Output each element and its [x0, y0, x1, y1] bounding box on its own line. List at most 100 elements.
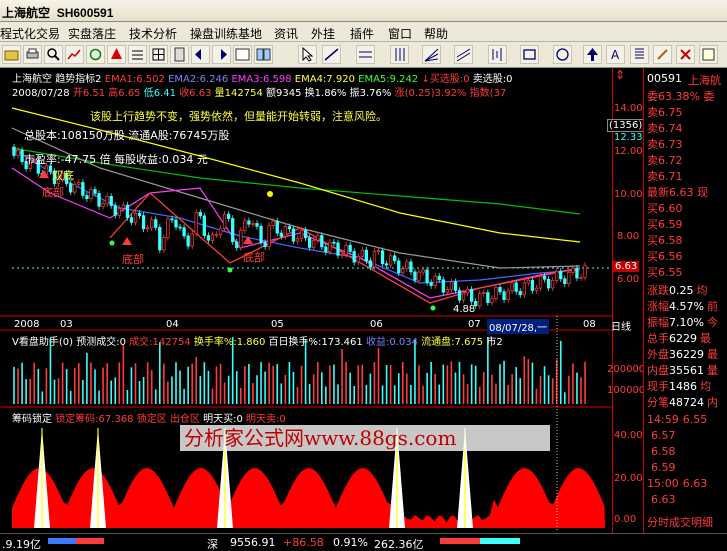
price-tick-10: 10.00	[614, 189, 643, 200]
stat-row[interactable]: 现手1486 均	[647, 378, 711, 394]
axis-arrow-icon[interactable]: ⇕	[615, 68, 625, 82]
buy-quote-row[interactable]: 买6.59	[647, 216, 683, 232]
chip-tick-40: 40.00	[614, 430, 643, 441]
buy-quote-row[interactable]: 买6.58	[647, 232, 683, 248]
tick-row[interactable]: 6.58	[647, 445, 676, 458]
menu-plugins[interactable]: 插件	[350, 25, 374, 42]
menu-help[interactable]: 帮助	[424, 25, 448, 42]
print-icon[interactable]	[23, 45, 42, 64]
brush-tool-icon[interactable]	[653, 45, 672, 64]
list-icon[interactable]	[128, 45, 147, 64]
candle-body	[182, 227, 186, 237]
cursor-icon[interactable]	[298, 45, 317, 64]
stat-row[interactable]: 涨幅4.57% 前	[647, 298, 718, 314]
candle-body	[429, 282, 433, 286]
delete-tool-icon[interactable]	[676, 45, 695, 64]
candle-body	[502, 291, 506, 301]
tick-row[interactable]: 6.59	[647, 461, 676, 474]
buy-quote-row[interactable]: 买6.56	[647, 248, 683, 264]
hline-tool-icon[interactable]	[356, 45, 375, 64]
stat-row[interactable]: 分笔48724 内	[647, 394, 718, 410]
sell-quote-value: 6.75	[658, 106, 683, 119]
properties-tool-icon[interactable]	[699, 45, 718, 64]
main-chart-area[interactable]: 上海航空 趋势指标2 EMA1:6.502 EMA2:6.246 EMA3:6.…	[0, 68, 612, 533]
candle-body	[433, 275, 437, 286]
zoom-icon[interactable]	[44, 45, 63, 64]
candle-body	[332, 241, 336, 244]
chart-type-icon[interactable]	[488, 45, 507, 64]
candle-body	[154, 219, 158, 228]
candle-body	[198, 212, 202, 217]
grid-icon[interactable]	[149, 45, 168, 64]
tick-row[interactable]: 14:59 6.55	[647, 413, 707, 426]
vline-tool-icon[interactable]	[390, 45, 409, 64]
menu-plugin-external[interactable]: 外挂	[311, 25, 335, 42]
calc-icon[interactable]	[170, 45, 189, 64]
volume-tick-200k: 200000	[607, 364, 646, 375]
open-icon[interactable]	[2, 45, 21, 64]
candle-body	[247, 220, 251, 225]
candle-body	[389, 255, 393, 266]
candle-body	[206, 235, 211, 241]
order-ratio-value: 63.38%	[658, 90, 700, 103]
tick-row[interactable]: 6.63	[647, 493, 676, 506]
text-tool-icon[interactable]: A	[606, 45, 625, 64]
turnover-value: 换手率%:1.860	[193, 337, 266, 348]
candle-body	[81, 182, 85, 196]
alarm-icon[interactable]	[107, 45, 126, 64]
tick-row[interactable]: 15:00 6.63	[647, 477, 707, 490]
tick-value: 6.57	[651, 429, 676, 442]
quote-panel[interactable]: 00591 上海航 委63.38% 委 卖6.75 卖6.74 卖6.73 卖6.72…	[643, 68, 727, 533]
stat-row[interactable]: 外盘36229 最	[647, 346, 718, 362]
candle-body	[93, 189, 97, 194]
refresh-icon[interactable]	[86, 45, 105, 64]
rect-tool-icon[interactable]	[520, 45, 539, 64]
candle-body	[271, 220, 275, 226]
forward-icon[interactable]	[212, 45, 231, 64]
menu-news[interactable]: 资讯	[274, 25, 298, 42]
candle-body	[538, 275, 543, 289]
stat-row[interactable]: 涨跌0.25 均	[647, 282, 708, 298]
candle-body	[174, 219, 178, 228]
back-icon[interactable]	[191, 45, 210, 64]
fan-tool-icon[interactable]	[422, 45, 441, 64]
buy-quote-row[interactable]: 买6.60	[647, 200, 683, 216]
channel-tool-icon[interactable]	[454, 45, 473, 64]
candle-body	[235, 241, 239, 249]
sell-quote-row[interactable]: 卖6.75	[647, 104, 683, 120]
tick-detail-footer[interactable]: 分时成交明细	[647, 514, 713, 530]
candle-body	[401, 268, 405, 274]
stat-row[interactable]: 振幅7.10% 今	[647, 314, 718, 330]
sell-quote-value: 6.72	[658, 154, 683, 167]
chip-tool-icon[interactable]	[630, 45, 649, 64]
menu-live-dealer[interactable]: 实盘落庄	[68, 25, 116, 42]
tick-row[interactable]: 6.57	[647, 429, 676, 442]
layout-icon[interactable]	[233, 45, 252, 64]
buy-quote-row[interactable]: 买6.55	[647, 264, 683, 280]
sell-quote-row[interactable]: 卖6.71	[647, 168, 683, 184]
quote-date: 2008/07/28	[12, 88, 70, 99]
line-tool-icon[interactable]	[322, 45, 341, 64]
stat-row[interactable]: 总手6229 最	[647, 330, 711, 346]
price-tick-14: 14.00	[614, 103, 643, 114]
sell-quote-row[interactable]: 卖6.74	[647, 120, 683, 136]
menu-programmatic-trading[interactable]: 程式化交易	[0, 25, 60, 42]
menu-technical-analysis[interactable]: 技术分析	[129, 25, 177, 42]
period-label[interactable]: 日线	[611, 318, 631, 333]
chip-panel-name[interactable]: 筹码锁定	[12, 414, 52, 425]
circle-tool-icon[interactable]	[553, 45, 572, 64]
menu-window[interactable]: 窗口	[388, 25, 412, 42]
title-bar: 上海航空 SH600591	[0, 0, 727, 22]
arrow-tool-icon[interactable]	[583, 45, 602, 64]
candle-body	[129, 217, 134, 223]
chart-icon[interactable]	[65, 45, 84, 64]
price-axis: ⇕ 14.00 (1356) 12.33 12.00 10.00 8.00 6.…	[607, 68, 645, 533]
sell-quote-row[interactable]: 卖6.72	[647, 152, 683, 168]
menu-training-base[interactable]: 操盘训练基地	[190, 25, 262, 42]
sell-quote-row[interactable]: 卖6.73	[647, 136, 683, 152]
low-dot	[430, 305, 436, 311]
stat-row[interactable]: 内盘35561 量	[647, 362, 718, 378]
candle-body	[465, 288, 470, 294]
split-icon[interactable]	[254, 45, 273, 64]
volume-panel-name[interactable]: V看盘助手(0)	[12, 337, 73, 348]
